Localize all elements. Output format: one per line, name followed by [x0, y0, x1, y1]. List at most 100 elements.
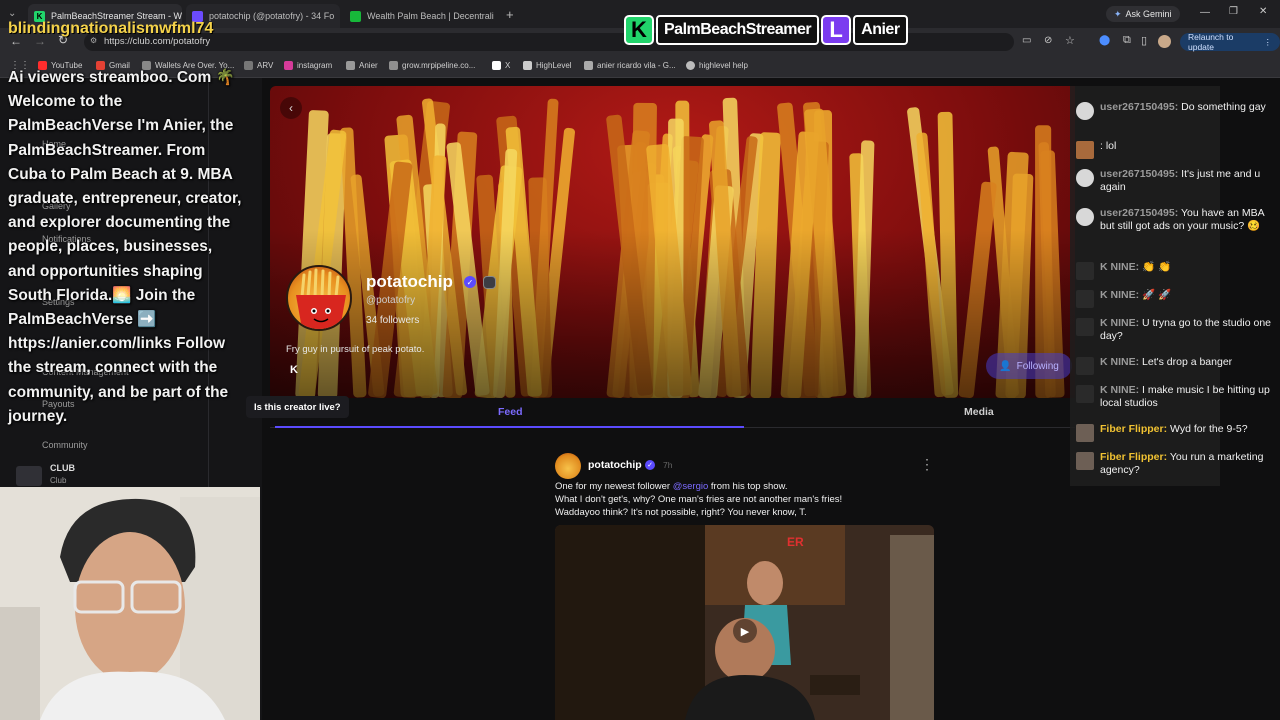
streamer-webcam-image — [0, 487, 260, 720]
post-more-icon[interactable]: ⋮ — [920, 456, 934, 473]
tab-title: potatochip (@potatofry) - 34 Fo — [209, 11, 335, 21]
chat-username: K NINE: — [1100, 356, 1140, 368]
follower-count[interactable]: 34 followers — [366, 315, 419, 326]
chat-message: : lol — [1076, 140, 1272, 159]
instagram-icon — [284, 61, 293, 70]
ask-gemini-button[interactable]: ✦ Ask Gemini — [1106, 6, 1180, 22]
profile-avatar[interactable] — [1158, 35, 1171, 48]
kick-logo-icon: K — [624, 15, 654, 45]
post-line-2: What I don't get's, why? One man's fries… — [555, 493, 843, 505]
chat-username: user267150495: — [1100, 101, 1179, 113]
extension-shield-icon[interactable]: ⬤ — [1099, 35, 1110, 46]
user-check-icon: 👤 — [999, 360, 1012, 372]
bookmark-arv[interactable]: ARV — [244, 61, 273, 70]
chat-avatar — [1076, 424, 1094, 442]
chat-avatar — [1076, 169, 1094, 187]
restore-window-icon[interactable]: ❐ — [1229, 6, 1238, 17]
chat-text: Let's drop a banger — [1139, 356, 1233, 368]
chat-message-body: user267150495: You have an MBA but still… — [1100, 207, 1272, 233]
arv-icon — [244, 61, 253, 70]
anier-icon — [346, 61, 355, 70]
chat-username: user267150495: — [1100, 207, 1179, 219]
post-author-avatar[interactable] — [555, 453, 581, 479]
sidebar-toggle-icon[interactable]: ▯ — [1141, 34, 1147, 47]
chat-message: K NINE: 👏 👏 — [1076, 261, 1272, 280]
google-icon — [584, 61, 593, 70]
profile-bio: Fry guy in pursuit of peak potato. — [286, 344, 425, 355]
chat-message: K NINE: U tryna go to the studio one day… — [1076, 317, 1272, 343]
chat-message-body: : lol — [1100, 140, 1116, 159]
chat-message-body: K NINE: 🚀 🚀 — [1100, 289, 1171, 308]
post-line-3: Waddayoo think? It's not possible, right… — [555, 506, 807, 518]
chat-avatar — [1076, 262, 1094, 280]
bookmark-grow-mrpipeline[interactable]: grow.mrpipeline.co... — [389, 61, 475, 70]
bookmark-instagram[interactable]: instagram — [284, 61, 332, 70]
cast-icon[interactable]: ▭ — [1022, 35, 1031, 46]
webcam-feed — [0, 487, 260, 720]
bookmark-anier-ricardo[interactable]: anier ricardo vila - G... — [584, 61, 676, 70]
chat-message-body: K NINE: U tryna go to the studio one day… — [1100, 317, 1272, 343]
bookmark-star-icon[interactable]: ☆ — [1065, 34, 1075, 47]
bookmark-anier[interactable]: Anier — [346, 61, 378, 70]
chat-text: 👏 👏 — [1139, 261, 1172, 273]
chat-message: K NINE: Let's drop a banger — [1076, 356, 1272, 375]
chat-avatar — [1076, 318, 1094, 336]
globe-icon — [686, 61, 695, 70]
post-body: One for my newest follower @sergio from … — [555, 481, 895, 519]
chat-avatar — [1076, 385, 1094, 403]
chat-username: K NINE: — [1100, 261, 1140, 273]
following-button[interactable]: 👤 Following — [986, 353, 1072, 379]
tab-search-icon[interactable]: ⌄ — [8, 8, 16, 19]
chat-message-body: K NINE: I make music I be hitting up loc… — [1100, 384, 1272, 410]
chat-avatar — [1076, 141, 1094, 159]
stream-logo-purple-icon: L — [821, 15, 852, 45]
close-window-icon[interactable]: ✕ — [1259, 6, 1267, 17]
chat-message-body: K NINE: 👏 👏 — [1100, 261, 1171, 280]
close-tab-icon[interactable]: ✕ — [334, 11, 340, 22]
post-author-name[interactable]: potatochip — [588, 459, 642, 471]
tab-feed[interactable]: Feed — [498, 406, 523, 418]
live-tooltip: Is this creator live? — [246, 396, 349, 418]
minimize-window-icon[interactable]: — — [1200, 7, 1210, 18]
grow-icon — [389, 61, 398, 70]
stream-logo-right-text: Anier — [853, 15, 908, 45]
mention-link[interactable]: @sergio — [673, 481, 709, 492]
extensions-puzzle-icon[interactable]: ⧉ — [1123, 34, 1131, 47]
chat-message: Fiber Flipper: Wyd for the 9-5? — [1076, 423, 1272, 442]
club-logo[interactable] — [16, 466, 42, 486]
bookmark-highlevel[interactable]: HighLevel — [523, 61, 572, 70]
back-chevron-icon[interactable]: ‹ — [280, 97, 302, 119]
chat-text: 🚀 🚀 — [1139, 289, 1172, 301]
club-sublabel: Club — [50, 476, 67, 485]
chat-username: K NINE: — [1100, 384, 1140, 396]
tracking-protection-icon[interactable]: ⊘ — [1044, 35, 1052, 46]
bookmark-x[interactable]: X — [492, 61, 510, 70]
chat-message: user267150495: You have an MBA but still… — [1076, 207, 1272, 233]
video-sign-text: ER — [787, 535, 804, 549]
chat-message-body: K NINE: Let's drop a banger — [1100, 356, 1232, 375]
chat-message: K NINE: I make music I be hitting up loc… — [1076, 384, 1272, 410]
chat-avatar — [1076, 290, 1094, 308]
highlevel-icon — [523, 61, 532, 70]
chat-avatar — [1076, 452, 1094, 470]
new-tab-button[interactable]: + — [506, 7, 514, 22]
chat-text: Do something gay — [1178, 101, 1266, 113]
chat-username: K NINE: — [1100, 289, 1140, 301]
chat-avatar — [1076, 102, 1094, 120]
chat-message-body: Fiber Flipper: Wyd for the 9-5? — [1100, 423, 1248, 442]
active-tab-indicator — [275, 426, 744, 428]
sidebar-item-community[interactable]: Community — [42, 440, 88, 450]
play-icon[interactable]: ▶ — [733, 619, 757, 643]
tab-wealth-palm-beach[interactable]: Wealth Palm Beach | Decentrali ✕ — [344, 4, 498, 28]
wealth-favicon-icon — [350, 10, 361, 22]
chat-message: Fiber Flipper: You run a marketing agenc… — [1076, 451, 1272, 477]
relaunch-update-button[interactable]: Relaunch to update ⋮ — [1180, 32, 1280, 52]
chat-username: Fiber Flipper: — [1100, 451, 1168, 463]
tab-media[interactable]: Media — [964, 406, 994, 418]
bookmark-highlevel-help[interactable]: highlevel help — [686, 61, 748, 70]
club-label: CLUB — [50, 463, 75, 473]
kick-link-icon[interactable]: K — [290, 364, 298, 376]
profile-avatar-image — [286, 265, 352, 331]
creator-badge-icon — [483, 276, 496, 289]
close-tab-icon[interactable]: ✕ — [494, 11, 498, 22]
